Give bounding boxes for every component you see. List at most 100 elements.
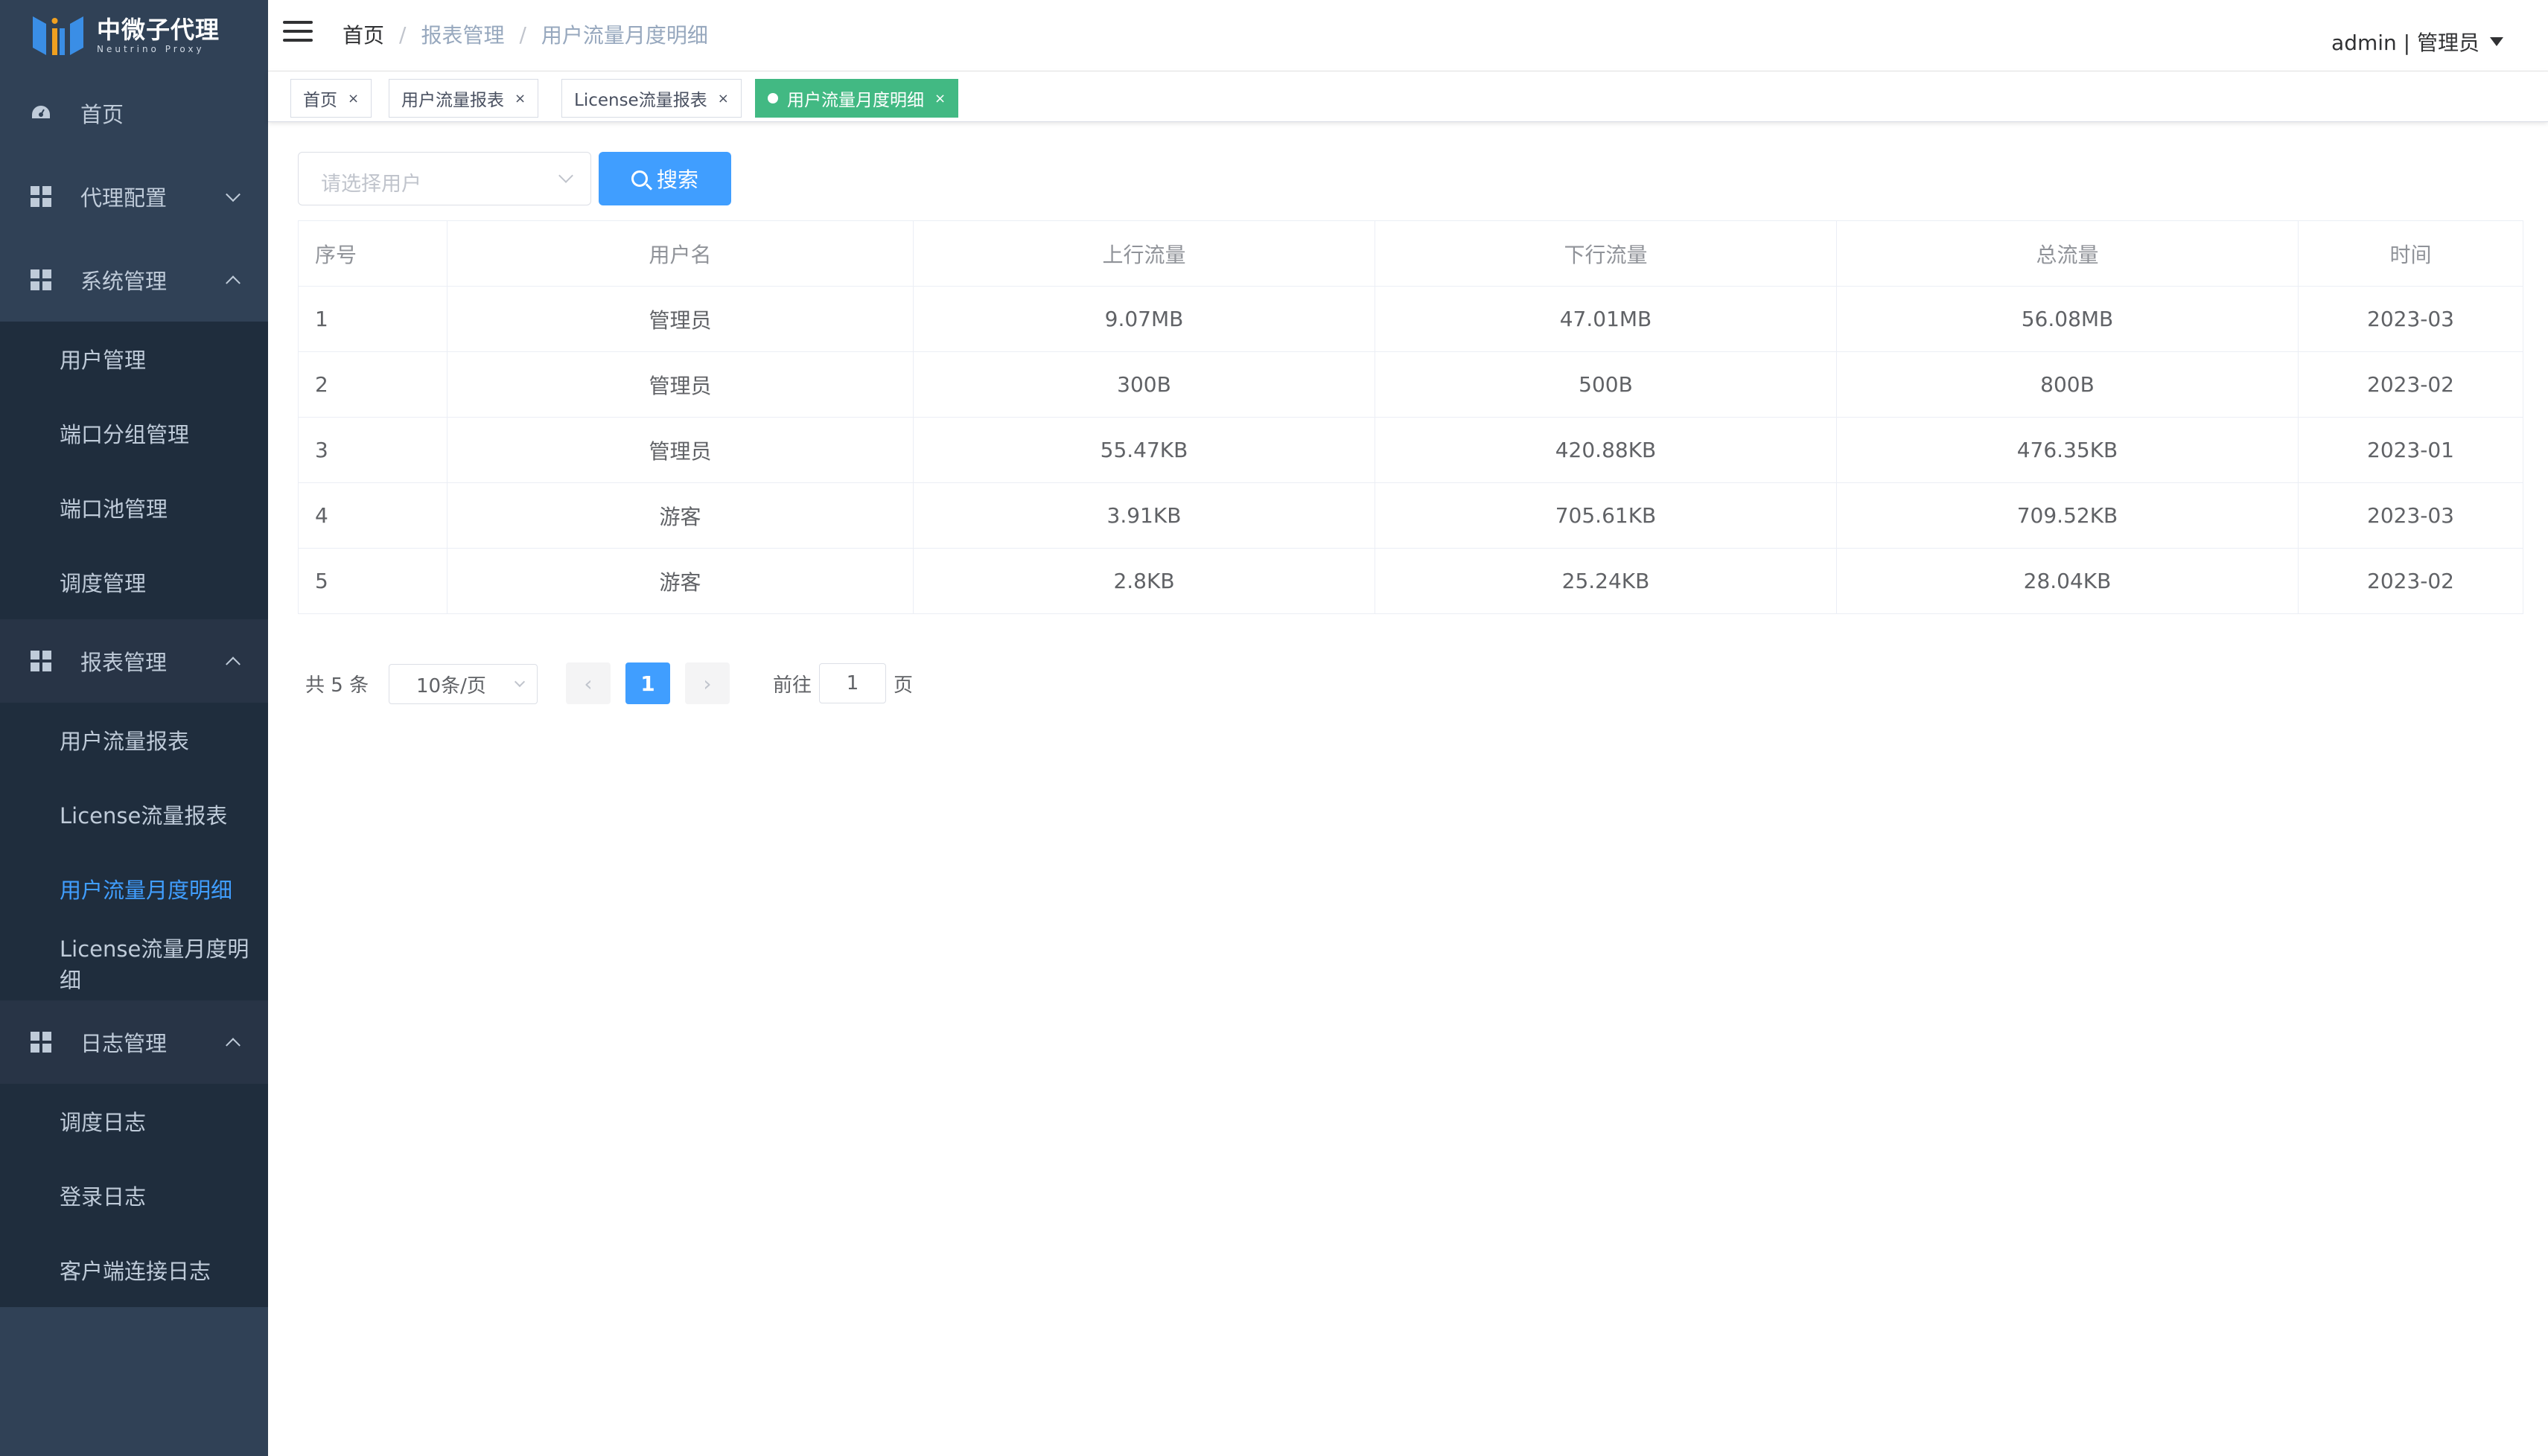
table-row: 2 管理员 300B 500B 800B 2023-02 xyxy=(298,351,2523,418)
table-cell: 9.07MB xyxy=(913,286,1375,352)
grid-icon xyxy=(30,185,52,208)
table-cell: 2 xyxy=(298,351,448,418)
column-header-download: 下行流量 xyxy=(1375,220,1837,287)
tag-home[interactable]: 首页 × xyxy=(290,79,372,118)
dashboard-icon xyxy=(30,102,52,124)
sidebar: 中微子代理 Neutrino Proxy 首页 代理配置 系统管理 用户管理 端… xyxy=(0,0,268,1456)
table-cell: 4 xyxy=(298,482,448,549)
user-select-placeholder: 请选择用户 xyxy=(321,173,421,196)
table-cell: 476.35KB xyxy=(1836,417,2299,483)
chevron-up-icon xyxy=(226,1038,241,1053)
table-cell: 709.52KB xyxy=(1836,482,2299,549)
sidebar-item-license-traffic-report[interactable]: License流量报表 xyxy=(0,777,268,852)
grid-icon xyxy=(30,269,52,291)
breadcrumb-home[interactable]: 首页 xyxy=(343,19,384,49)
column-header-index: 序号 xyxy=(298,220,448,287)
chevron-right-icon: › xyxy=(703,671,712,696)
breadcrumb: 首页 / 报表管理 / 用户流量月度明细 xyxy=(343,19,708,49)
prev-page-button[interactable]: ‹ xyxy=(566,662,611,704)
table-cell: 3 xyxy=(298,417,448,483)
table-cell: 2023-02 xyxy=(2298,351,2523,418)
sidebar-item-proxy-config[interactable]: 代理配置 xyxy=(0,155,268,238)
sidebar-item-label: 报表管理 xyxy=(80,650,168,675)
table-row: 4 游客 3.91KB 705.61KB 709.52KB 2023-03 xyxy=(298,482,2523,549)
submenu-system: 用户管理 端口分组管理 端口池管理 调度管理 xyxy=(0,322,268,619)
user-select[interactable]: 请选择用户 xyxy=(298,152,591,205)
user-dropdown[interactable]: admin | 管理员 xyxy=(2331,27,2503,57)
sidebar-item-schedule-log[interactable]: 调度日志 xyxy=(0,1084,268,1158)
table-cell: 游客 xyxy=(447,548,914,614)
column-header-time: 时间 xyxy=(2298,220,2523,287)
tags-view: 首页 × 用户流量报表 × License流量报表 × 用户流量月度明细 × xyxy=(268,71,2548,122)
table-cell: 2023-02 xyxy=(2298,548,2523,614)
app-logo[interactable]: 中微子代理 Neutrino Proxy xyxy=(0,0,268,71)
sidebar-item-label: 代理配置 xyxy=(80,185,168,211)
sidebar-item-user-traffic-monthly[interactable]: 用户流量月度明细 xyxy=(0,852,268,926)
grid-icon xyxy=(30,1031,52,1053)
sidebar-item-login-log[interactable]: 登录日志 xyxy=(0,1158,268,1233)
table-cell: 游客 xyxy=(447,482,914,549)
close-icon[interactable]: × xyxy=(934,91,946,106)
submenu-report: 用户流量报表 License流量报表 用户流量月度明细 License流量月度明… xyxy=(0,703,268,1000)
sidebar-item-label: 首页 xyxy=(80,102,124,127)
caret-down-icon xyxy=(2490,37,2503,46)
table-cell: 47.01MB xyxy=(1375,286,1837,352)
search-icon xyxy=(631,170,648,187)
table-cell: 420.88KB xyxy=(1375,417,1837,483)
table-cell: 56.08MB xyxy=(1836,286,2299,352)
table-cell: 管理员 xyxy=(447,351,914,418)
active-dot-icon xyxy=(768,93,778,103)
sidebar-item-port-pool[interactable]: 端口池管理 xyxy=(0,470,268,545)
logo-icon xyxy=(30,12,86,60)
sidebar-item-schedule[interactable]: 调度管理 xyxy=(0,545,268,619)
table-cell: 300B xyxy=(913,351,1375,418)
table-cell: 800B xyxy=(1836,351,2299,418)
table-cell: 2023-03 xyxy=(2298,286,2523,352)
page-number-button[interactable]: 1 xyxy=(625,662,670,704)
next-page-button[interactable]: › xyxy=(685,662,730,704)
breadcrumb-report: 报表管理 xyxy=(421,23,505,48)
tag-user-traffic-report[interactable]: 用户流量报表 × xyxy=(389,79,539,118)
traffic-table: 序号 用户名 上行流量 下行流量 总流量 时间 1 管理员 9.07MB 47.… xyxy=(298,220,2523,614)
table-cell: 2023-01 xyxy=(2298,417,2523,483)
sidebar-item-client-connection-log[interactable]: 客户端连接日志 xyxy=(0,1233,268,1307)
table-cell: 500B xyxy=(1375,351,1837,418)
sidebar-item-license-traffic-monthly[interactable]: License流量月度明细 xyxy=(0,926,268,1000)
table-cell: 55.47KB xyxy=(913,417,1375,483)
table-row: 1 管理员 9.07MB 47.01MB 56.08MB 2023-03 xyxy=(298,286,2523,352)
page-size-select[interactable]: 10条/页 xyxy=(389,664,538,704)
column-header-username: 用户名 xyxy=(447,220,914,287)
table-cell: 2023-03 xyxy=(2298,482,2523,549)
table-cell: 705.61KB xyxy=(1375,482,1837,549)
close-icon[interactable]: × xyxy=(515,91,526,106)
table-cell: 1 xyxy=(298,286,448,352)
table-cell: 管理员 xyxy=(447,417,914,483)
table-cell: 2.8KB xyxy=(913,548,1375,614)
table-cell: 管理员 xyxy=(447,286,914,352)
table-row: 5 游客 2.8KB 25.24KB 28.04KB 2023-02 xyxy=(298,548,2523,614)
sidebar-item-user-management[interactable]: 用户管理 xyxy=(0,322,268,396)
logo-title: 中微子代理 xyxy=(97,16,220,44)
chevron-down-icon xyxy=(226,187,241,202)
page-jump-input[interactable]: 1 xyxy=(819,663,887,703)
tag-license-traffic-report[interactable]: License流量报表 × xyxy=(561,79,742,118)
chevron-up-icon xyxy=(226,275,241,291)
tag-user-traffic-monthly[interactable]: 用户流量月度明细 × xyxy=(755,79,959,118)
chevron-down-icon xyxy=(558,168,573,183)
submenu-log: 调度日志 登录日志 客户端连接日志 xyxy=(0,1084,268,1307)
search-button[interactable]: 搜索 xyxy=(599,152,731,205)
sidebar-item-log[interactable]: 日志管理 xyxy=(0,1000,268,1084)
sidebar-item-system[interactable]: 系统管理 xyxy=(0,238,268,322)
close-icon[interactable]: × xyxy=(718,91,729,106)
sidebar-item-user-traffic-report[interactable]: 用户流量报表 xyxy=(0,703,268,777)
sidebar-item-port-group[interactable]: 端口分组管理 xyxy=(0,396,268,470)
close-icon[interactable]: × xyxy=(348,91,359,106)
table-header-row: 序号 用户名 上行流量 下行流量 总流量 时间 xyxy=(298,220,2523,287)
sidebar-item-home[interactable]: 首页 xyxy=(0,71,268,155)
table-cell: 5 xyxy=(298,548,448,614)
sidebar-item-report[interactable]: 报表管理 xyxy=(0,619,268,703)
hamburger-menu-icon[interactable] xyxy=(283,21,313,45)
chevron-down-icon xyxy=(514,676,526,688)
column-header-upload: 上行流量 xyxy=(913,220,1375,287)
table-row: 3 管理员 55.47KB 420.88KB 476.35KB 2023-01 xyxy=(298,417,2523,483)
